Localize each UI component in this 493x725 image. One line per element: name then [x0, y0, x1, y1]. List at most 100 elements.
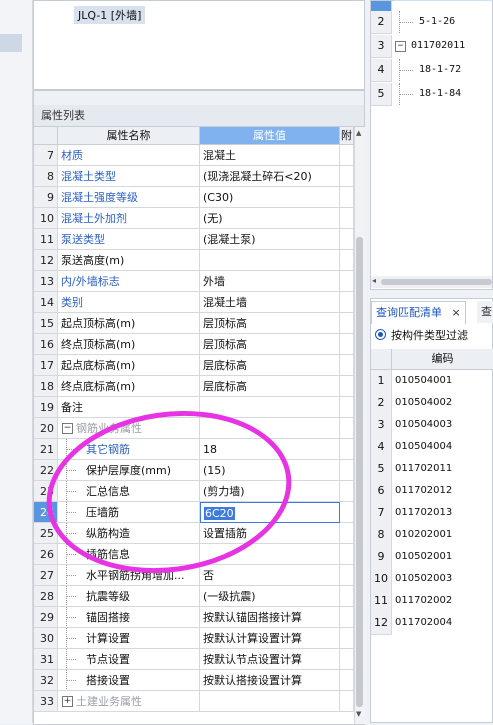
- code-row[interactable]: 1 010504001: [371, 370, 493, 393]
- row-number[interactable]: 12: [371, 612, 392, 635]
- row-number[interactable]: 7: [34, 145, 58, 166]
- property-value[interactable]: 层底标高: [200, 355, 340, 376]
- property-row[interactable]: 29 锚固搭接 按默认锚固搭接计算: [34, 607, 354, 628]
- property-value[interactable]: 混凝土墙: [200, 292, 340, 313]
- row-number[interactable]: 11: [34, 229, 58, 250]
- property-row[interactable]: 21 其它钢筋 18: [34, 439, 354, 460]
- property-row[interactable]: 13 内/外墙标志 外墙: [34, 271, 354, 292]
- row-number[interactable]: 4: [371, 436, 392, 459]
- property-extra[interactable]: [340, 649, 354, 670]
- property-value[interactable]: (15): [200, 460, 340, 481]
- row-selected-band[interactable]: [395, 0, 493, 1]
- property-value[interactable]: 按默认搭接设置计算: [200, 670, 340, 691]
- scroll-thumb[interactable]: [381, 279, 492, 285]
- row-number[interactable]: 25: [34, 523, 58, 544]
- header-code[interactable]: 编码: [391, 349, 493, 369]
- property-row[interactable]: 24 压墙筋 6C20: [34, 502, 354, 523]
- row-number[interactable]: 3: [371, 414, 392, 437]
- property-value[interactable]: (剪力墙): [200, 481, 340, 502]
- property-value[interactable]: 设置插筋: [200, 523, 340, 544]
- property-extra[interactable]: [340, 334, 354, 355]
- row-number[interactable]: 2: [371, 392, 392, 415]
- expand-icon[interactable]: +: [62, 696, 73, 707]
- property-value[interactable]: 外墙: [200, 271, 340, 292]
- matched-item-row[interactable]: 4 18-1-72: [371, 59, 493, 82]
- property-value[interactable]: [200, 250, 340, 271]
- property-value[interactable]: [200, 397, 340, 418]
- property-value[interactable]: 按默认计算设置计算: [200, 628, 340, 649]
- code-row[interactable]: 6 011702012: [371, 480, 493, 503]
- row-number[interactable]: 10: [34, 208, 58, 229]
- property-row[interactable]: 18 终点底标高(m) 层底标高: [34, 376, 354, 397]
- row-number[interactable]: 1: [371, 370, 392, 393]
- property-row[interactable]: 10 混凝土外加剂 (无): [34, 208, 354, 229]
- property-row[interactable]: 9 混凝土强度等级 (C30): [34, 187, 354, 208]
- property-row[interactable]: 15 起点顶标高(m) 层顶标高: [34, 313, 354, 334]
- property-extra[interactable]: [340, 397, 354, 418]
- tree-node-selected[interactable]: JLQ-1 [外墙]: [74, 6, 146, 24]
- property-extra[interactable]: [340, 229, 354, 250]
- property-row[interactable]: 33 + 土建业务属性: [34, 691, 354, 712]
- property-row[interactable]: 7 材质 混凝土: [34, 145, 354, 166]
- property-value[interactable]: 层顶标高: [200, 313, 340, 334]
- matched-item-row[interactable]: 3−011702011: [371, 35, 493, 58]
- row-number[interactable]: 14: [34, 292, 58, 313]
- row-number[interactable]: 4: [371, 59, 392, 82]
- row-number[interactable]: 17: [34, 355, 58, 376]
- horizontal-scrollbar[interactable]: ◂: [371, 276, 492, 288]
- row-number[interactable]: 9: [371, 546, 392, 569]
- property-extra[interactable]: [340, 565, 354, 586]
- property-row[interactable]: 8 混凝土类型 (现浇混凝土碎石<20): [34, 166, 354, 187]
- property-extra[interactable]: [340, 544, 354, 565]
- header-value[interactable]: 属性值: [200, 127, 340, 145]
- code-row[interactable]: 2 010504002: [371, 392, 493, 415]
- property-row[interactable]: 16 终点顶标高(m) 层顶标高: [34, 334, 354, 355]
- property-extra[interactable]: [340, 355, 354, 376]
- property-value[interactable]: (无): [200, 208, 340, 229]
- filter-by-type[interactable]: 按构件类型过滤: [371, 326, 493, 346]
- scroll-left-icon[interactable]: ◂: [372, 276, 376, 285]
- code-row[interactable]: 3 010504003: [371, 414, 493, 437]
- code-row[interactable]: 9 010502001: [371, 546, 493, 569]
- property-value[interactable]: [200, 544, 340, 565]
- row-number[interactable]: 12: [34, 250, 58, 271]
- header-name[interactable]: 属性名称: [58, 127, 200, 145]
- property-value[interactable]: 混凝土: [200, 145, 340, 166]
- property-extra[interactable]: [340, 439, 354, 460]
- property-value[interactable]: 按默认锚固搭接计算: [200, 607, 340, 628]
- property-value[interactable]: 按默认节点设置计算: [200, 649, 340, 670]
- property-row[interactable]: 26 插筋信息: [34, 544, 354, 565]
- row-number[interactable]: 20: [34, 418, 58, 439]
- code-row[interactable]: 5 011702011: [371, 458, 493, 481]
- property-row[interactable]: 19 备注: [34, 397, 354, 418]
- collapse-icon[interactable]: −: [62, 423, 73, 434]
- radio-icon[interactable]: [375, 329, 386, 340]
- row-number[interactable]: 11: [371, 590, 392, 613]
- code-row[interactable]: 8 010202001: [371, 524, 493, 547]
- row-number[interactable]: 29: [34, 607, 58, 628]
- row-number[interactable]: 24: [34, 502, 58, 523]
- matched-item-row[interactable]: 5 18-1-84: [371, 83, 493, 106]
- header-extra[interactable]: 附: [340, 127, 354, 145]
- property-extra[interactable]: [340, 691, 354, 712]
- property-extra[interactable]: [340, 292, 354, 313]
- property-value[interactable]: 否: [200, 565, 340, 586]
- property-row[interactable]: 31 节点设置 按默认节点设置计算: [34, 649, 354, 670]
- row-number[interactable]: 32: [34, 670, 58, 691]
- property-extra[interactable]: [340, 313, 354, 334]
- row-number[interactable]: 22: [34, 460, 58, 481]
- property-value-input[interactable]: 6C20: [200, 502, 340, 523]
- row-number[interactable]: 15: [34, 313, 58, 334]
- row-number[interactable]: 18: [34, 376, 58, 397]
- property-row[interactable]: 20− 钢筋业务属性: [34, 418, 354, 439]
- property-extra[interactable]: [340, 460, 354, 481]
- row-number[interactable]: 5: [371, 83, 392, 106]
- property-row[interactable]: 32 搭接设置 按默认搭接设置计算: [34, 670, 354, 691]
- property-value[interactable]: 层底标高: [200, 376, 340, 397]
- property-extra[interactable]: [340, 628, 354, 649]
- property-extra[interactable]: [340, 271, 354, 292]
- row-number[interactable]: 2: [371, 11, 392, 34]
- row-number[interactable]: 16: [34, 334, 58, 355]
- property-value[interactable]: (C30): [200, 187, 340, 208]
- row-number[interactable]: 28: [34, 586, 58, 607]
